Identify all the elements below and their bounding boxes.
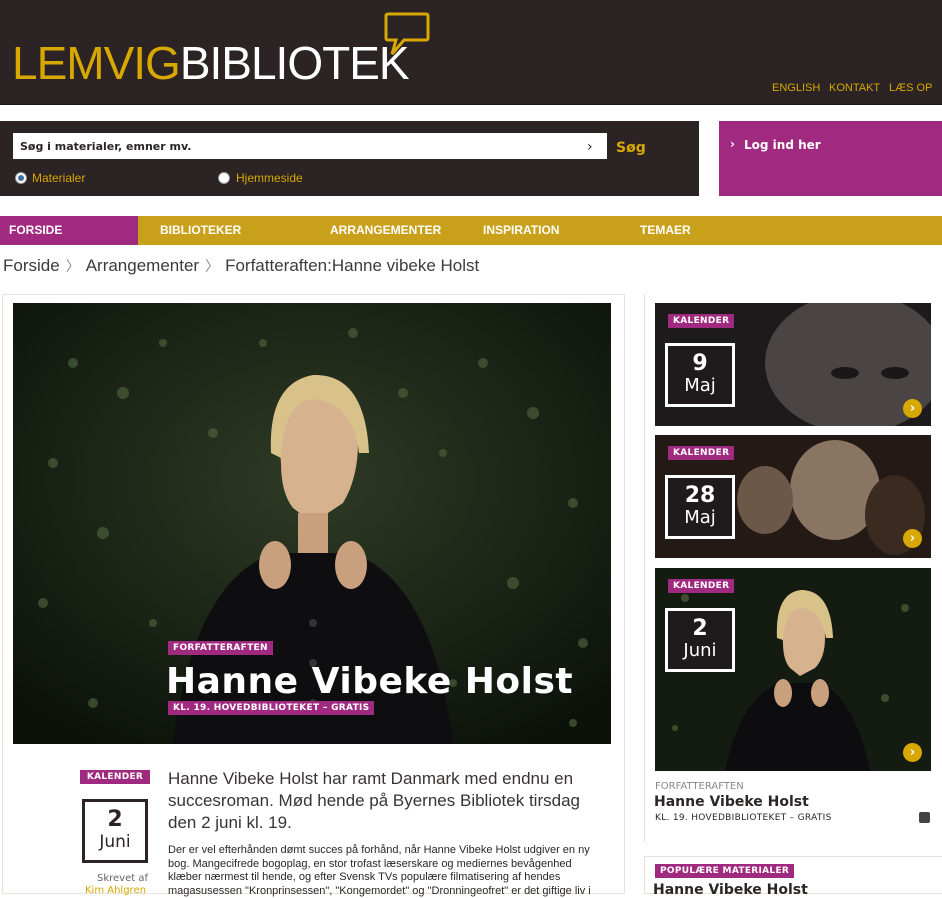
event-card-month: Juni — [683, 640, 717, 661]
breadcrumb-separator-icon: 〉 — [65, 258, 80, 274]
english-link[interactable]: ENGLISH — [772, 82, 820, 94]
rss-icon[interactable] — [919, 812, 930, 823]
arrow-right-icon[interactable]: › — [903, 743, 922, 762]
article-date-box: 2 Juni — [82, 799, 148, 863]
radio-materialer[interactable] — [15, 172, 27, 184]
event-card-date: 9 Maj — [665, 343, 735, 407]
arrow-right-icon[interactable]: › — [903, 529, 922, 548]
popular-material-title[interactable]: Hanne Vibeke Holst — [653, 882, 808, 898]
nav-item-temaer[interactable]: TEMAER — [640, 223, 691, 237]
event-card-tag: KALENDER — [668, 314, 735, 328]
breadcrumb-forside[interactable]: Forside — [3, 256, 60, 275]
author-link[interactable]: Kim Ahlgren — [85, 885, 146, 896]
nav-item-inspiration[interactable]: INSPIRATION — [483, 223, 559, 237]
nav-item-biblioteker[interactable]: BIBLIOTEKER — [160, 223, 241, 237]
radio-hjemmeside[interactable] — [218, 172, 230, 184]
hero-title[interactable]: Hanne Vibeke Holst — [166, 661, 573, 702]
breadcrumb: Forside 〉 Arrangementer 〉 Forfatteraften:Han… — [3, 256, 479, 276]
breadcrumb-current: Forfatteraften:Hanne vibeke Holst — [225, 256, 480, 275]
breadcrumb-arrangementer[interactable]: Arrangementer — [86, 256, 199, 275]
site-logo[interactable]: LEMVIGBIBLIOTEK — [12, 40, 410, 86]
radio-materialer-label[interactable]: Materialer — [32, 171, 85, 185]
radio-hjemmeside-label[interactable]: Hjemmeside — [236, 171, 303, 185]
event-card-day: 28 — [684, 483, 716, 508]
article-lead: Hanne Vibeke Holst har ramt Danmark med … — [168, 769, 580, 832]
featured-title[interactable]: Hanne Vibeke Holst — [654, 794, 809, 810]
kontakt-link[interactable]: KONTAKT — [829, 82, 880, 94]
article-calendar-tag: KALENDER — [80, 770, 150, 784]
popular-materials-tag: POPULÆRE MATERIALER — [655, 864, 795, 878]
arrow-right-icon[interactable]: › — [903, 399, 922, 418]
search-placeholder: Søg i materialer, emner mv. — [20, 140, 192, 153]
laes-op-link[interactable]: LÆS OP — [889, 82, 932, 94]
hero-category-tag: FORFATTERAFTEN — [168, 641, 273, 655]
search-button[interactable]: Søg — [616, 140, 646, 156]
featured-category: FORFATTERAFTEN — [655, 781, 744, 792]
event-card-date: 28 Maj — [665, 475, 735, 539]
speech-bubble-logo-icon — [384, 12, 430, 55]
event-card-tag: KALENDER — [668, 579, 735, 593]
article-date-month: Juni — [99, 832, 131, 852]
event-card-tag: KALENDER — [668, 446, 735, 460]
main-nav — [0, 216, 942, 245]
article-body: Der er vel efterhånden dømt succes på fo… — [168, 844, 591, 897]
nav-item-forside[interactable]: FORSIDE — [9, 223, 62, 237]
event-card-date: 2 Juni — [665, 608, 735, 672]
event-card-day: 2 — [692, 616, 708, 641]
article-date-day: 2 — [107, 807, 123, 832]
login-link[interactable]: Log ind her — [744, 138, 821, 152]
featured-subtitle: KL. 19. HOVEDBIBLIOTEKET – GRATIS — [655, 813, 832, 823]
nav-item-arrangementer[interactable]: ARRANGEMENTER — [330, 223, 441, 237]
event-card-day: 9 — [692, 351, 708, 376]
breadcrumb-separator-icon: 〉 — [205, 258, 220, 274]
login-panel[interactable] — [719, 121, 942, 196]
event-card-month: Maj — [684, 375, 716, 396]
chevron-right-icon: › — [730, 137, 735, 151]
search-submit-arrow-icon[interactable]: › — [587, 139, 593, 155]
written-by-label: Skrevet af — [97, 873, 149, 884]
event-card-month: Maj — [684, 507, 716, 528]
hero-subtitle-tag: KL. 19. HOVEDBIBLIOTEKET – GRATIS — [168, 701, 375, 715]
